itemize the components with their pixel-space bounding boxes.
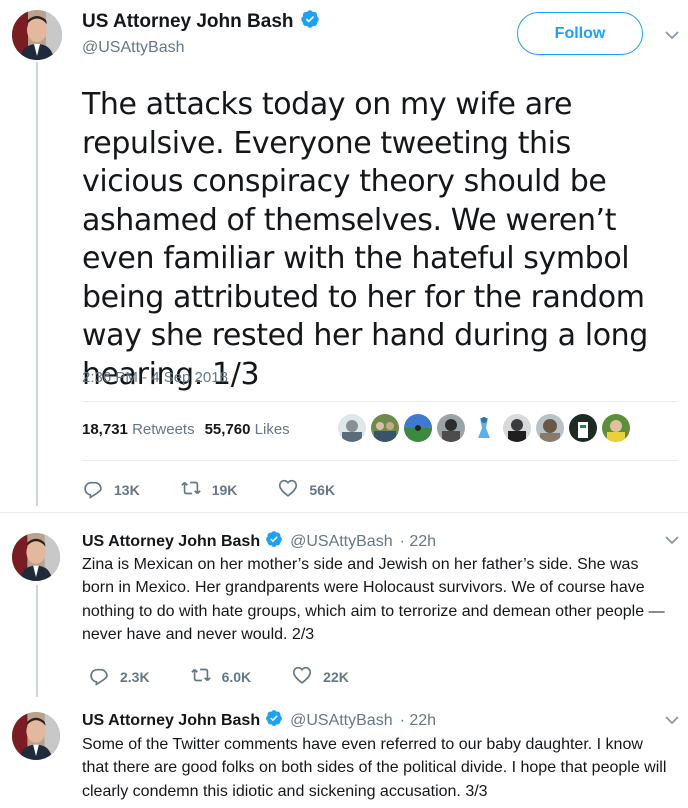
retweet-button[interactable]: 6.0K bbox=[190, 664, 252, 689]
chevron-down-icon[interactable] bbox=[664, 532, 680, 548]
liker-avatars bbox=[338, 414, 630, 442]
follow-button[interactable]: Follow bbox=[517, 12, 643, 55]
retweets-stat[interactable]: 18,731 Retweets bbox=[82, 421, 195, 438]
chevron-down-icon[interactable] bbox=[664, 27, 680, 43]
liker-avatar[interactable] bbox=[503, 414, 531, 442]
likes-stat[interactable]: 55,760 Likes bbox=[205, 421, 290, 438]
retweets-count: 18,731 bbox=[82, 421, 128, 438]
author-avatar[interactable] bbox=[12, 10, 62, 60]
tweet-actions: 13K 19K 56K bbox=[82, 477, 375, 502]
heart-icon bbox=[291, 664, 313, 689]
reply-header: US Attorney John Bash @USAttyBash · 22h bbox=[82, 709, 436, 732]
reply-button[interactable]: 2.3K bbox=[88, 664, 150, 689]
retweet-button[interactable]: 19K bbox=[180, 477, 238, 502]
liker-avatar[interactable] bbox=[470, 414, 498, 442]
thread-connector bbox=[36, 585, 38, 697]
likes-count: 55,760 bbox=[204, 421, 251, 438]
author-handle[interactable]: @USAttyBash bbox=[290, 533, 393, 551]
author-avatar[interactable] bbox=[12, 712, 60, 760]
tweet-text: The attacks today on my wife are repulsi… bbox=[82, 87, 648, 392]
like-count: 56K bbox=[309, 481, 336, 498]
liker-avatar[interactable] bbox=[371, 414, 399, 442]
retweet-count: 6.0K bbox=[221, 668, 252, 685]
like-button[interactable]: 22K bbox=[291, 664, 349, 689]
likes-label: Likes bbox=[254, 421, 290, 438]
author-handle[interactable]: @USAttyBash bbox=[82, 39, 185, 57]
chevron-down-icon[interactable] bbox=[664, 712, 680, 728]
tweet-text: Zina is Mexican on her mother’s side and… bbox=[82, 556, 665, 644]
tweet-text: Some of the Twitter comments have even r… bbox=[82, 736, 667, 800]
tweet-age[interactable]: · 22h bbox=[400, 712, 436, 730]
engagement-stats: 18,731 Retweets 55,760 Likes bbox=[82, 421, 290, 438]
like-count: 22K bbox=[323, 668, 349, 685]
retweet-icon bbox=[190, 664, 212, 689]
heart-icon bbox=[277, 477, 299, 502]
reply-icon bbox=[88, 664, 110, 689]
reply-count: 13K bbox=[114, 481, 140, 498]
retweet-count: 19K bbox=[211, 481, 238, 498]
liker-avatar[interactable] bbox=[404, 414, 432, 442]
reply-header: US Attorney John Bash @USAttyBash · 22h bbox=[82, 530, 436, 553]
reply-count: 2.3K bbox=[120, 668, 150, 685]
reply-button[interactable]: 13K bbox=[82, 477, 140, 502]
liker-avatar[interactable] bbox=[569, 414, 597, 442]
author-handle[interactable]: @USAttyBash bbox=[290, 712, 393, 730]
tweet-actions: 2.3K 6.0K 22K bbox=[88, 664, 389, 689]
author-name[interactable]: US Attorney John Bash bbox=[82, 11, 294, 33]
thread-connector bbox=[36, 62, 38, 506]
liker-avatar[interactable] bbox=[536, 414, 564, 442]
author-avatar[interactable] bbox=[12, 533, 60, 581]
verified-badge-icon bbox=[265, 530, 283, 553]
author-name[interactable]: US Attorney John Bash bbox=[82, 712, 260, 730]
reply-icon bbox=[82, 477, 104, 502]
retweets-label: Retweets bbox=[132, 421, 195, 438]
tweet-timestamp[interactable]: 2:36 PM - 4 Sep 2018 bbox=[82, 369, 228, 386]
retweet-icon bbox=[180, 477, 202, 502]
separator bbox=[0, 512, 688, 513]
divider bbox=[82, 460, 678, 461]
liker-avatar[interactable] bbox=[602, 414, 630, 442]
tweet-age[interactable]: · 22h bbox=[400, 533, 436, 551]
author-name-row[interactable]: US Attorney John Bash bbox=[82, 9, 320, 35]
liker-avatar[interactable] bbox=[437, 414, 465, 442]
divider bbox=[82, 401, 678, 402]
like-button[interactable]: 56K bbox=[277, 477, 335, 502]
liker-avatar[interactable] bbox=[338, 414, 366, 442]
verified-badge-icon bbox=[300, 9, 320, 35]
verified-badge-icon bbox=[265, 709, 283, 732]
author-name[interactable]: US Attorney John Bash bbox=[82, 533, 260, 551]
